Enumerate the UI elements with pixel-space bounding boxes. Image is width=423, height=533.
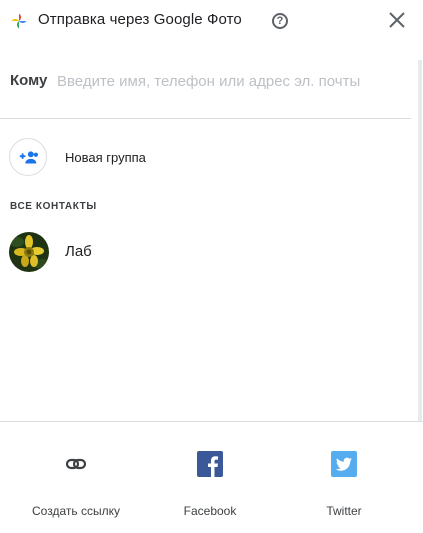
link-icon [65, 458, 87, 470]
create-link-label: Создать ссылку [32, 504, 120, 518]
flower-photo [9, 232, 49, 272]
scrollbar[interactable] [418, 60, 422, 422]
help-icon[interactable]: ? [272, 13, 288, 29]
facebook-icon [197, 451, 223, 477]
twitter-share-button[interactable]: Twitter [294, 450, 394, 521]
group-add-icon [19, 151, 38, 164]
new-group-icon-circle [9, 138, 47, 176]
contact-name: Лаб [65, 243, 92, 260]
twitter-icon [331, 451, 357, 477]
contacts-section-title: ВСЕ КОНТАКТЫ [10, 201, 97, 212]
recipient-row: Кому [0, 60, 411, 119]
dialog-title: Отправка через Google Фото [38, 11, 242, 28]
new-group-label: Новая группа [65, 150, 146, 165]
facebook-label: Facebook [183, 504, 237, 518]
avatar [9, 232, 49, 272]
twitter-label: Twitter [326, 504, 362, 518]
create-link-button[interactable]: Создать ссылку [26, 450, 126, 521]
facebook-share-button[interactable]: Facebook [160, 450, 260, 521]
google-photos-logo-icon [11, 13, 27, 29]
dialog-header: Отправка через Google Фото ? [0, 0, 423, 42]
new-group-button[interactable]: Новая группа [0, 137, 411, 179]
share-options-bar: Создать ссылку Facebook Twitter [0, 421, 423, 533]
recipient-input[interactable] [57, 68, 403, 94]
recipient-label: Кому [10, 72, 48, 89]
contact-item[interactable]: Лаб [0, 231, 411, 275]
close-icon[interactable] [385, 8, 409, 32]
